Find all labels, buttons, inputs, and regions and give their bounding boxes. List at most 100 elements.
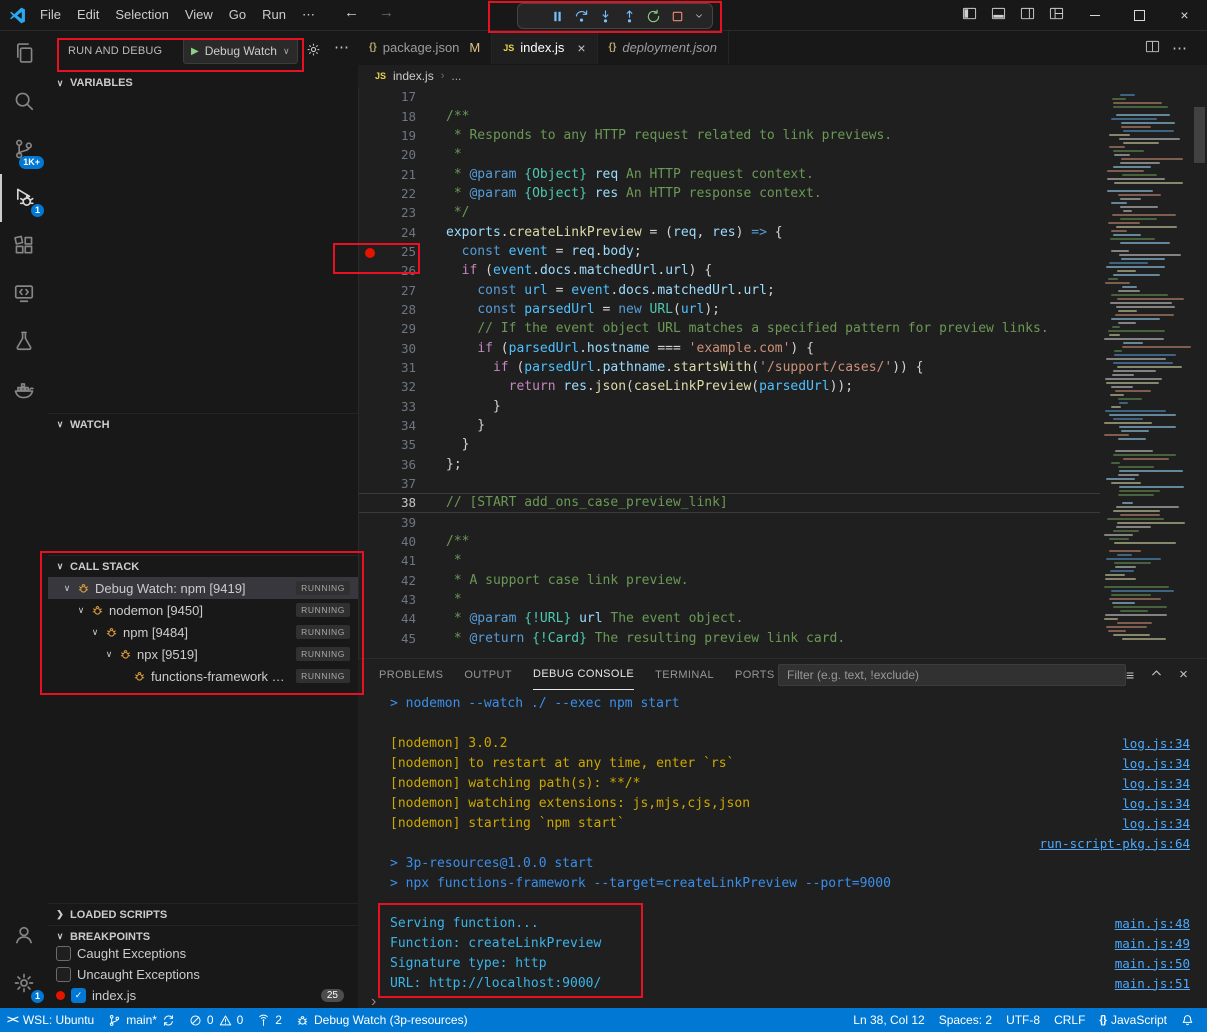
- close-button[interactable]: ×: [1162, 0, 1207, 30]
- dropdown-icon[interactable]: [694, 11, 704, 21]
- split-editor-icon[interactable]: [1145, 39, 1160, 57]
- minimize-button[interactable]: [1072, 0, 1117, 30]
- activity-bar-item-search[interactable]: [0, 78, 48, 126]
- panel-tab-output[interactable]: OUTPUT: [464, 660, 512, 690]
- breakpoint-checkbox[interactable]: [56, 967, 71, 982]
- toggle-secondary-sidebar-icon[interactable]: [1020, 6, 1035, 24]
- status-item-ports-forwarded[interactable]: 2: [250, 1008, 289, 1032]
- maximize-button[interactable]: [1117, 0, 1162, 30]
- line-number[interactable]: 18: [358, 109, 434, 124]
- menu-item-edit[interactable]: Edit: [69, 4, 107, 26]
- status-item-encoding[interactable]: UTF-8: [999, 1008, 1047, 1032]
- step-into-icon[interactable]: [598, 9, 613, 24]
- panel-tab-debug-console[interactable]: DEBUG CONSOLE: [533, 660, 634, 690]
- line-number[interactable]: 43: [358, 592, 434, 607]
- line-number[interactable]: 23: [358, 205, 434, 220]
- more-actions-icon[interactable]: ⋯: [334, 38, 349, 56]
- stop-icon[interactable]: [670, 9, 685, 24]
- activity-bar-item-extensions[interactable]: [0, 222, 48, 270]
- breakpoint-row[interactable]: ✓index.js25: [48, 985, 358, 1006]
- twistie-icon[interactable]: ∨: [76, 605, 86, 616]
- line-number[interactable]: 44: [358, 611, 434, 626]
- debug-settings-gear-icon[interactable]: [306, 42, 321, 60]
- maximize-panel-icon[interactable]: [1150, 667, 1163, 683]
- activity-bar-item-source-control[interactable]: 1K+: [0, 126, 48, 174]
- console-source-link[interactable]: main.js:50: [1115, 956, 1190, 971]
- line-number[interactable]: 28: [358, 302, 434, 317]
- editor-tab-deployment.json[interactable]: {}deployment.json: [598, 30, 729, 64]
- line-number[interactable]: 33: [358, 399, 434, 414]
- line-number[interactable]: 24: [358, 225, 434, 240]
- status-item-eol[interactable]: CRLF: [1047, 1008, 1092, 1032]
- line-number[interactable]: 30: [358, 341, 434, 356]
- menu-item-run[interactable]: Run: [254, 4, 294, 26]
- activity-bar-item-remote-explorer[interactable]: [0, 270, 48, 318]
- line-number[interactable]: 27: [358, 283, 434, 298]
- console-source-link[interactable]: log.js:34: [1122, 796, 1190, 811]
- loaded-scripts-section-header[interactable]: ❯LOADED SCRIPTS: [48, 903, 358, 925]
- pause-icon[interactable]: [550, 9, 565, 24]
- status-item-debug-status[interactable]: Debug Watch (3p-resources): [289, 1008, 475, 1032]
- breakpoint-checkbox[interactable]: [56, 946, 71, 961]
- callstack-row[interactable]: ∨npx [9519]RUNNING: [48, 643, 358, 665]
- status-item-indentation[interactable]: Spaces: 2: [932, 1008, 999, 1032]
- twistie-icon[interactable]: ∨: [62, 583, 72, 594]
- step-over-icon[interactable]: [574, 9, 589, 24]
- status-item-notifications[interactable]: [1174, 1008, 1201, 1032]
- line-number[interactable]: 34: [358, 418, 434, 433]
- twistie-icon[interactable]: ∨: [104, 649, 114, 660]
- breakpoint-checkbox[interactable]: ✓: [71, 988, 86, 1003]
- editor-tab-index.js[interactable]: JSindex.js×: [492, 30, 597, 64]
- status-item-remote-indicator[interactable]: ><WSL: Ubuntu: [0, 1008, 101, 1032]
- line-number[interactable]: 39: [358, 515, 434, 530]
- callstack-row[interactable]: functions-framework [954...RUNNING: [48, 665, 358, 687]
- breakpoint-row[interactable]: Uncaught Exceptions: [48, 964, 358, 985]
- editor-tab-package.json[interactable]: {}package.jsonM: [358, 30, 492, 64]
- step-out-icon[interactable]: [622, 9, 637, 24]
- line-number[interactable]: 25: [358, 244, 434, 259]
- activity-bar-item-settings[interactable]: 1: [0, 960, 48, 1008]
- console-source-link[interactable]: log.js:34: [1122, 736, 1190, 751]
- twistie-icon[interactable]: ∨: [90, 627, 100, 638]
- console-source-link[interactable]: log.js:34: [1122, 816, 1190, 831]
- line-number[interactable]: 21: [358, 167, 434, 182]
- console-source-link[interactable]: log.js:34: [1122, 756, 1190, 771]
- breadcrumb[interactable]: JS index.js › ...: [358, 65, 1207, 87]
- console-source-link[interactable]: main.js:49: [1115, 936, 1190, 951]
- line-number[interactable]: 20: [358, 147, 434, 162]
- line-number[interactable]: 32: [358, 379, 434, 394]
- callstack-row[interactable]: ∨Debug Watch: npm [9419]RUNNING: [48, 577, 358, 599]
- status-item-problems[interactable]: 00: [182, 1008, 250, 1032]
- line-number[interactable]: 35: [358, 437, 434, 452]
- activity-bar-item-explorer[interactable]: [0, 30, 48, 78]
- line-number[interactable]: 26: [358, 263, 434, 278]
- menu-item-selection[interactable]: Selection: [107, 4, 176, 26]
- line-number[interactable]: 36: [358, 457, 434, 472]
- console-output-options-icon[interactable]: ≡: [1126, 667, 1134, 683]
- status-item-cursor-position[interactable]: Ln 38, Col 12: [846, 1008, 931, 1032]
- back-icon[interactable]: ←: [344, 4, 359, 21]
- line-number[interactable]: 37: [358, 476, 434, 491]
- line-number[interactable]: 38: [358, 495, 434, 510]
- line-number[interactable]: 22: [358, 186, 434, 201]
- activity-bar-item-docker[interactable]: [0, 366, 48, 414]
- line-number[interactable]: 40: [358, 534, 434, 549]
- restart-icon[interactable]: [646, 9, 661, 24]
- line-number[interactable]: 17: [358, 89, 434, 104]
- panel-tab-terminal[interactable]: TERMINAL: [655, 660, 714, 690]
- customize-layout-icon[interactable]: [1049, 6, 1064, 24]
- code-editor[interactable]: 1718/**19 * Responds to any HTTP request…: [358, 87, 1100, 658]
- line-number[interactable]: 42: [358, 573, 434, 588]
- menu-item-file[interactable]: File: [32, 4, 69, 26]
- console-source-link[interactable]: log.js:34: [1122, 776, 1190, 791]
- menu-overflow-icon[interactable]: ⋯: [294, 4, 323, 26]
- breadcrumb-file[interactable]: index.js: [393, 69, 434, 83]
- minimap[interactable]: [1100, 87, 1192, 658]
- line-number[interactable]: 31: [358, 360, 434, 375]
- console-source-link[interactable]: run-script-pkg.js:64: [1039, 836, 1190, 851]
- editor-scrollbar[interactable]: [1194, 107, 1205, 163]
- callstack-row[interactable]: ∨npm [9484]RUNNING: [48, 621, 358, 643]
- status-item-git-branch[interactable]: main*: [101, 1008, 182, 1032]
- menu-item-go[interactable]: Go: [221, 4, 254, 26]
- call-stack-section-header[interactable]: ∨CALL STACK: [48, 555, 358, 577]
